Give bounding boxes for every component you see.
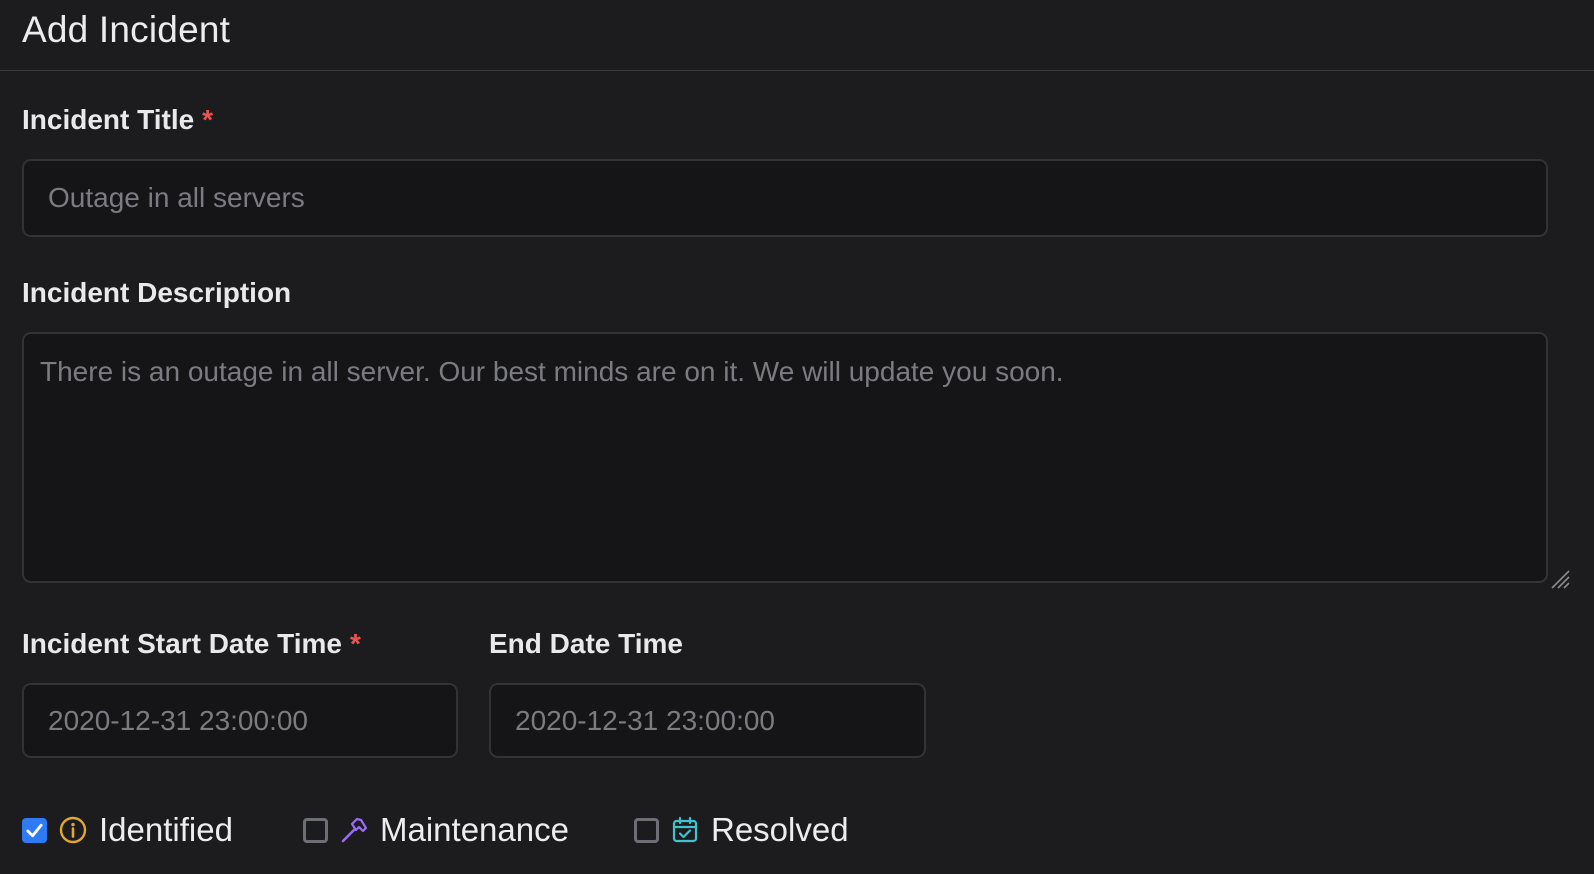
resolved-checkbox[interactable] — [634, 817, 659, 843]
page-title: Add Incident — [22, 9, 231, 50]
identified-checkbox[interactable] — [22, 817, 47, 843]
incident-description-textarea[interactable] — [22, 332, 1548, 583]
status-label-identified: Identified — [99, 811, 233, 848]
status-label-resolved: Resolved — [711, 811, 849, 848]
calendar-check-icon — [672, 816, 698, 843]
checkmark-icon — [26, 823, 43, 837]
start-datetime-label-text: Incident Start Date Time — [22, 628, 343, 659]
incident-description-label-text: Incident Description — [22, 277, 292, 308]
required-marker: * — [350, 628, 361, 659]
resize-grip-icon[interactable] — [1548, 567, 1570, 589]
info-icon — [59, 816, 87, 844]
status-label-maintenance: Maintenance — [380, 811, 569, 848]
end-datetime-label-text: End Date Time — [489, 628, 683, 659]
end-datetime-input[interactable] — [489, 683, 926, 758]
hammer-icon — [341, 817, 368, 843]
start-datetime-label: Incident Start Date Time * — [22, 628, 361, 660]
incident-title-input[interactable] — [22, 159, 1548, 237]
incident-description-label: Incident Description — [22, 277, 291, 309]
incident-title-label: Incident Title * — [22, 104, 213, 136]
status-option-maintenance[interactable]: Maintenance — [303, 810, 569, 850]
start-datetime-input[interactable] — [22, 683, 458, 758]
maintenance-checkbox[interactable] — [303, 817, 328, 843]
end-datetime-label: End Date Time — [489, 628, 683, 660]
required-marker: * — [202, 104, 214, 135]
status-option-identified[interactable]: Identified — [22, 810, 233, 850]
status-option-resolved[interactable]: Resolved — [634, 810, 849, 850]
incident-title-label-text: Incident Title — [22, 104, 195, 135]
page-header: Add Incident — [0, 0, 1594, 71]
